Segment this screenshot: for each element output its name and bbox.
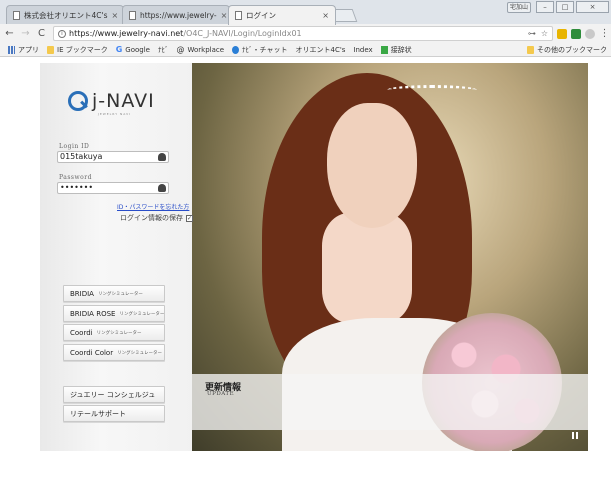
extension-icon[interactable]: [557, 28, 567, 39]
logo-subtext: JEWELRY NAVI: [98, 112, 132, 116]
bookmark-label: Workplace: [187, 45, 225, 54]
retail-support-button[interactable]: リテールサポート: [63, 405, 165, 422]
page-icon: [129, 10, 136, 20]
user-icon: [158, 153, 166, 161]
close-icon[interactable]: ×: [107, 11, 118, 20]
bookmark-orient[interactable]: オリエント4C's: [295, 45, 345, 55]
tab-title: https://www.jewelry-: [140, 10, 217, 20]
bookmark-label: ﾅﾋﾞ: [157, 45, 169, 54]
browser-toolbar: ← → C i https://www.jewelry-navi.net/O4C…: [0, 24, 611, 43]
coordi-color-simulator-button[interactable]: Coordi Color リングシミュレーター: [63, 344, 165, 361]
info-icon[interactable]: i: [58, 29, 66, 38]
tab-jewelry[interactable]: https://www.jewelry- ×: [122, 5, 230, 24]
bookmark-ie[interactable]: IE ブックマーク: [47, 45, 108, 55]
tab-strip: 株式会社オリエント4C's × https://www.jewelry- × ロ…: [0, 0, 611, 25]
reload-icon[interactable]: C: [35, 27, 48, 40]
chat-icon: [232, 45, 240, 54]
face-shape: [327, 103, 417, 228]
login-id-label: Login ID: [59, 143, 90, 150]
button-sublabel: リングシミュレーター: [117, 350, 163, 356]
forgot-password-link[interactable]: ID・パスワードを忘れた方: [117, 202, 189, 211]
bookmark-google[interactable]: G Google: [116, 45, 150, 54]
tab-login[interactable]: ログイン ×: [228, 5, 336, 25]
close-icon[interactable]: ×: [318, 11, 329, 20]
tab-title: 株式会社オリエント4C's: [24, 10, 108, 20]
jnavi-logo: j-NAVI: [68, 90, 155, 112]
news-subtitle: UPDATE: [207, 391, 235, 397]
bookmark-workplace[interactable]: @ Workplace: [176, 45, 224, 54]
coordi-simulator-button[interactable]: Coordi リングシミュレーター: [63, 324, 165, 341]
url-host: https://www.jewelry-navi.net: [69, 29, 184, 38]
bookmark-navi[interactable]: ﾅﾋﾞ: [158, 45, 169, 55]
bookmark-chat[interactable]: ﾅﾋﾞ・チャット: [232, 45, 287, 55]
star-icon[interactable]: ☆: [541, 29, 548, 38]
back-icon[interactable]: ←: [3, 27, 16, 40]
google-icon: G: [115, 45, 123, 54]
bookmark-label: オリエント4C's: [295, 45, 346, 54]
remember-checkbox[interactable]: ✓: [186, 214, 193, 222]
login-id-value: 015takuya: [60, 152, 103, 161]
bridia-rose-simulator-button[interactable]: BRIDIA ROSE リングシミュレーター: [63, 305, 165, 322]
forward-icon[interactable]: →: [19, 27, 32, 40]
other-bookmarks[interactable]: その他のブックマーク: [527, 45, 607, 55]
news-strip: [192, 374, 588, 430]
page-icon: [13, 10, 20, 20]
button-label: Coordi Color: [70, 348, 114, 357]
button-sublabel: リングシミュレーター: [97, 291, 143, 297]
address-bar[interactable]: i https://www.jewelry-navi.net/O4C_J-NAV…: [53, 26, 553, 41]
bookmark-green[interactable]: 接辞状: [380, 45, 412, 55]
close-window-button[interactable]: ×: [576, 1, 609, 13]
page-icon: [235, 11, 242, 20]
password-label: Password: [59, 174, 92, 181]
password-value: •••••••: [60, 183, 94, 192]
maximize-button[interactable]: □: [556, 1, 574, 13]
button-label: BRIDIA: [70, 289, 94, 298]
neck-shape: [322, 213, 412, 323]
bookmark-label: Google: [125, 45, 150, 54]
bookmark-label: Index: [353, 45, 373, 54]
tab-orient[interactable]: 株式会社オリエント4C's ×: [6, 5, 124, 24]
password-field[interactable]: •••••••: [57, 182, 169, 194]
workplace-icon: @: [176, 45, 185, 54]
close-icon[interactable]: ×: [217, 11, 228, 20]
bridia-simulator-button[interactable]: BRIDIA リングシミュレーター: [63, 285, 165, 302]
folder-icon: [47, 45, 54, 54]
bookmark-label: IE ブックマーク: [57, 45, 108, 54]
folder-icon: [527, 45, 534, 54]
button-sublabel: リングシミュレーター: [119, 311, 165, 317]
bookmark-label: アプリ: [18, 45, 39, 54]
jewelry-concierge-button[interactable]: ジュエリー コンシェルジュ: [63, 386, 165, 403]
remember-login[interactable]: ログイン情報の保存 ✓: [120, 213, 193, 223]
apps-grid-icon: [8, 45, 15, 54]
key-icon[interactable]: ⊶: [528, 29, 536, 38]
profile-button[interactable]: 宅加山: [507, 2, 531, 13]
green-icon: [380, 45, 388, 54]
extension-icon[interactable]: [585, 28, 595, 39]
tab-title: ログイン: [246, 11, 276, 20]
url-path: /O4C_J-NAVI/Login/LoginIdx01: [183, 29, 302, 38]
remember-label: ログイン情報の保存: [120, 214, 183, 222]
bookmark-index[interactable]: Index: [353, 46, 372, 54]
button-label: Coordi: [70, 328, 93, 337]
extension-icon[interactable]: [571, 28, 581, 39]
minimize-button[interactable]: –: [536, 1, 554, 13]
login-id-field[interactable]: 015takuya: [57, 151, 169, 163]
search-logo-icon: [68, 91, 88, 111]
button-label: リテールサポート: [70, 409, 126, 418]
bookmark-apps[interactable]: アプリ: [8, 45, 39, 55]
lock-icon: [158, 184, 166, 192]
button-sublabel: リングシミュレーター: [96, 330, 142, 336]
bookmark-label: その他のブックマーク: [537, 45, 607, 54]
bookmark-label: ﾅﾋﾞ・チャット: [242, 45, 288, 54]
logo-text: j-NAVI: [92, 90, 155, 112]
button-label: ジュエリー コンシェルジュ: [70, 390, 156, 399]
tiara-shape: [387, 85, 477, 95]
bookmark-label: 接辞状: [390, 45, 412, 54]
button-label: BRIDIA ROSE: [70, 309, 116, 318]
menu-icon[interactable]: ⋮: [598, 27, 611, 40]
bookmarks-bar: アプリ IE ブックマーク G Google ﾅﾋﾞ @ Workplace ﾅﾋﾞ…: [0, 43, 611, 57]
pause-icon[interactable]: [572, 432, 578, 439]
